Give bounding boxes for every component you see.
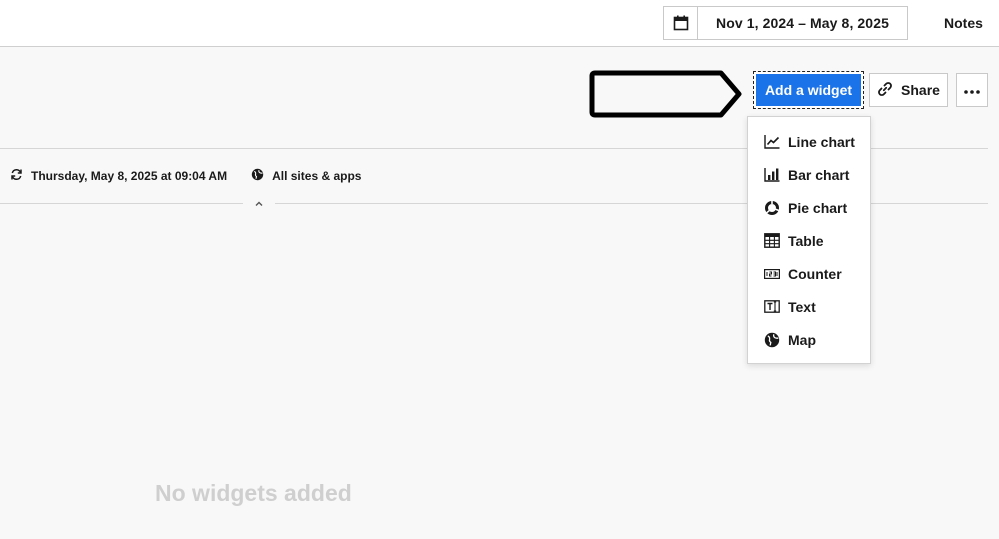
- add-widget-menu: Line chart Bar chart Pie chart Table Cou…: [747, 116, 871, 364]
- date-range-text[interactable]: Nov 1, 2024 – May 8, 2025: [698, 7, 907, 39]
- top-bar: Nov 1, 2024 – May 8, 2025 Notes: [0, 0, 999, 47]
- menu-item-text[interactable]: Text: [748, 290, 870, 323]
- notes-link[interactable]: Notes: [944, 15, 983, 31]
- refresh-icon: [10, 168, 23, 184]
- more-options-button[interactable]: [956, 73, 988, 107]
- menu-item-label: Table: [788, 232, 824, 249]
- pie-chart-icon: [763, 199, 780, 216]
- counter-icon: [763, 265, 780, 282]
- collapse-toggle[interactable]: [243, 193, 275, 213]
- menu-item-bar-chart[interactable]: Bar chart: [748, 158, 870, 191]
- menu-item-map[interactable]: Map: [748, 323, 870, 356]
- menu-item-pie-chart[interactable]: Pie chart: [748, 191, 870, 224]
- last-refreshed[interactable]: Thursday, May 8, 2025 at 09:04 AM: [10, 168, 227, 184]
- menu-item-label: Counter: [788, 265, 842, 282]
- menu-item-table[interactable]: Table: [748, 224, 870, 257]
- site-filter-text: All sites & apps: [272, 169, 362, 183]
- share-button[interactable]: Share: [869, 73, 948, 107]
- share-label: Share: [901, 82, 940, 98]
- menu-item-label: Map: [788, 331, 816, 348]
- table-icon: [763, 232, 780, 249]
- globe-icon: [251, 168, 264, 184]
- menu-item-counter[interactable]: Counter: [748, 257, 870, 290]
- calendar-icon[interactable]: [664, 7, 698, 39]
- menu-item-label: Pie chart: [788, 199, 848, 216]
- last-refreshed-text: Thursday, May 8, 2025 at 09:04 AM: [31, 169, 228, 183]
- menu-item-line-chart[interactable]: Line chart: [748, 125, 870, 158]
- menu-item-label: Text: [788, 298, 816, 315]
- dashboard-info-row: Thursday, May 8, 2025 at 09:04 AM All si…: [10, 166, 361, 186]
- site-filter[interactable]: All sites & apps: [251, 168, 361, 184]
- text-icon: [763, 298, 780, 315]
- empty-state-message: No widgets added: [155, 480, 352, 506]
- line-chart-icon: [763, 133, 780, 150]
- add-widget-button[interactable]: Add a widget: [753, 71, 864, 109]
- bar-chart-icon: [763, 166, 780, 183]
- link-icon: [877, 81, 893, 100]
- ellipsis-icon: [964, 81, 980, 99]
- highlight-tag-shape: [589, 70, 742, 118]
- chevron-up-icon: [254, 194, 264, 212]
- menu-item-label: Bar chart: [788, 166, 850, 183]
- date-range-picker[interactable]: Nov 1, 2024 – May 8, 2025: [663, 6, 908, 40]
- menu-item-label: Line chart: [788, 133, 855, 150]
- globe-icon: [763, 331, 780, 348]
